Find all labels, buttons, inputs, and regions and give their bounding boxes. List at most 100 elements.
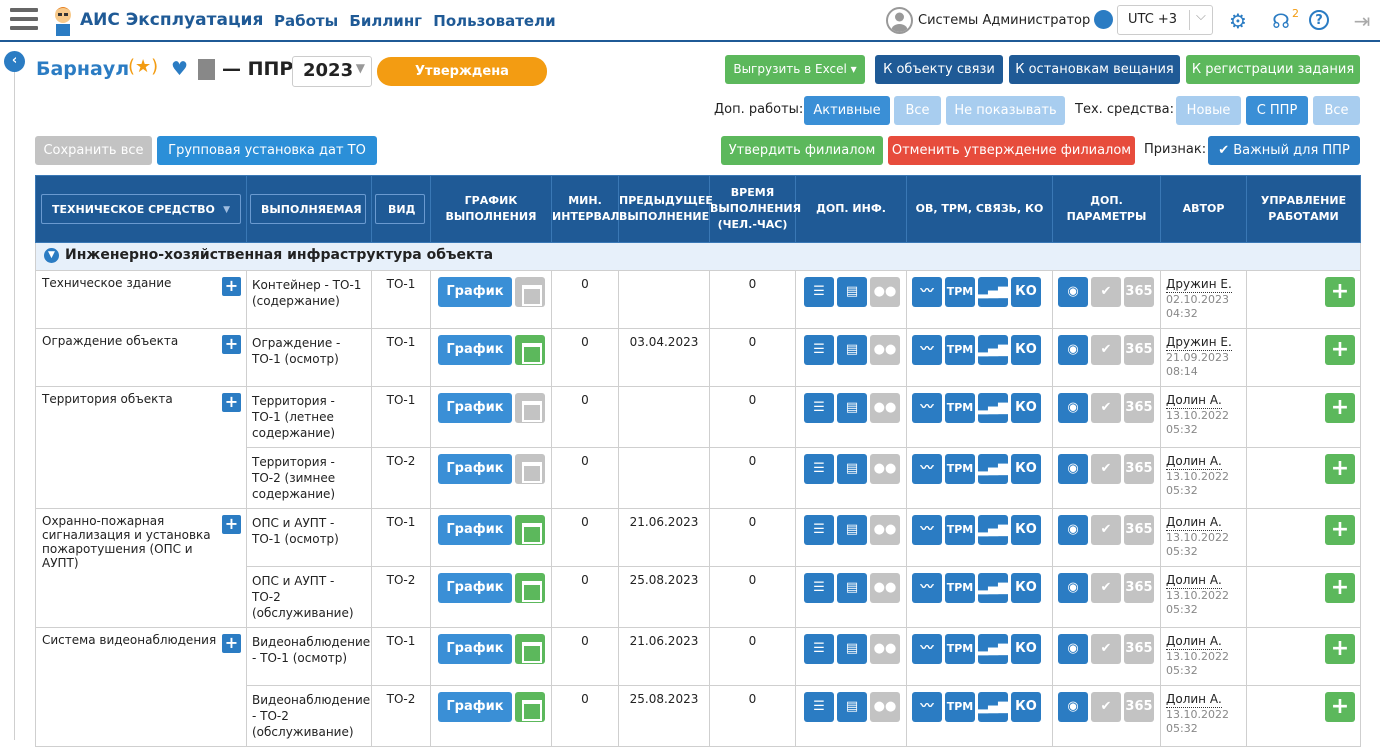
signal-wave-icon[interactable]: 〰 — [912, 454, 942, 484]
schedule-button[interactable]: График — [438, 335, 512, 365]
add-task-button[interactable]: + — [1325, 335, 1355, 365]
people-icon[interactable]: ●● — [870, 692, 900, 722]
signal-wave-icon[interactable]: 〰 — [912, 393, 942, 423]
trm-button[interactable]: ТРМ — [945, 277, 975, 307]
trm-button[interactable]: ТРМ — [945, 573, 975, 603]
ko-button[interactable]: КО — [1011, 393, 1041, 423]
signal-wave-icon[interactable]: 〰 — [912, 277, 942, 307]
list-icon[interactable]: ☰ — [804, 393, 834, 423]
trm-button[interactable]: ТРМ — [945, 335, 975, 365]
logout-icon[interactable]: ⇥ — [1350, 9, 1374, 33]
calendar-icon[interactable] — [515, 634, 545, 664]
schedule-button[interactable]: График — [438, 277, 512, 307]
list-icon[interactable]: ☰ — [804, 573, 834, 603]
check-icon[interactable]: ✔ — [1091, 515, 1121, 545]
signal-wave-icon[interactable]: 〰 — [912, 573, 942, 603]
add-work-button[interactable]: + — [222, 393, 241, 412]
add-task-button[interactable]: + — [1325, 692, 1355, 722]
author-name[interactable]: Долин А. — [1166, 633, 1222, 650]
document-icon[interactable]: ▤ — [837, 335, 867, 365]
group-row[interactable]: ▼ Инженерно-хозяйственная инфраструктура … — [35, 242, 1361, 271]
col-work[interactable]: Выполняемая операция — [246, 175, 372, 243]
calendar-icon[interactable] — [515, 277, 545, 307]
signal-bars-icon[interactable]: ▂▄▆ — [978, 573, 1008, 603]
check-icon[interactable]: ✔ — [1091, 634, 1121, 664]
add-task-button[interactable]: + — [1325, 277, 1355, 307]
to-register-button[interactable]: К регистрации задания — [1186, 55, 1360, 84]
user-name[interactable]: Системы Администратор — [918, 13, 1090, 28]
calendar-icon[interactable] — [515, 393, 545, 423]
headset-icon[interactable]: ☊ — [1269, 9, 1293, 33]
schedule-button[interactable]: График — [438, 454, 512, 484]
document-icon[interactable]: ▤ — [837, 634, 867, 664]
author-name[interactable]: Долин А. — [1166, 514, 1222, 531]
days-365-button[interactable]: 365 — [1124, 692, 1154, 722]
eye-icon[interactable]: ◉ — [1058, 393, 1088, 423]
author-name[interactable]: Долин А. — [1166, 572, 1222, 589]
add-task-button[interactable]: + — [1325, 515, 1355, 545]
collapse-sidebar-button[interactable]: ‹ — [4, 51, 25, 72]
signal-wave-icon[interactable]: 〰 — [912, 634, 942, 664]
people-icon[interactable]: ●● — [870, 454, 900, 484]
document-icon[interactable]: ▤ — [837, 515, 867, 545]
extra-all-button[interactable]: Все — [894, 96, 941, 125]
ko-button[interactable]: КО — [1011, 515, 1041, 545]
list-icon[interactable]: ☰ — [804, 634, 834, 664]
add-task-button[interactable]: + — [1325, 573, 1355, 603]
important-ppr-button[interactable]: ✔ Важный для ППР — [1208, 136, 1360, 165]
check-icon[interactable]: ✔ — [1091, 277, 1121, 307]
nav-works[interactable]: Работы — [274, 12, 338, 30]
author-name[interactable]: Дружин Е. — [1166, 334, 1232, 351]
people-icon[interactable]: ●● — [870, 277, 900, 307]
document-icon[interactable]: ▤ — [837, 692, 867, 722]
help-icon[interactable]: ? — [1309, 10, 1329, 30]
signal-bars-icon[interactable]: ▂▄▆ — [978, 634, 1008, 664]
schedule-button[interactable]: График — [438, 634, 512, 664]
check-icon[interactable]: ✔ — [1091, 393, 1121, 423]
document-icon[interactable]: ▤ — [837, 573, 867, 603]
ko-button[interactable]: КО — [1011, 692, 1041, 722]
approve-button[interactable]: Утвердить филиалом — [721, 136, 883, 165]
nav-users[interactable]: Пользователи — [433, 12, 555, 30]
eye-icon[interactable]: ◉ — [1058, 454, 1088, 484]
check-icon[interactable]: ✔ — [1091, 692, 1121, 722]
save-all-button[interactable]: Сохранить все — [35, 136, 152, 165]
timezone-select[interactable]: UTC +3 ⌵ — [1117, 5, 1213, 35]
list-icon[interactable]: ☰ — [804, 454, 834, 484]
check-icon[interactable]: ✔ — [1091, 335, 1121, 365]
signal-bars-icon[interactable]: ▂▄▆ — [978, 515, 1008, 545]
ko-button[interactable]: КО — [1011, 634, 1041, 664]
trm-button[interactable]: ТРМ — [945, 515, 975, 545]
list-icon[interactable]: ☰ — [804, 515, 834, 545]
days-365-button[interactable]: 365 — [1124, 515, 1154, 545]
trm-button[interactable]: ТРМ — [945, 634, 975, 664]
days-365-button[interactable]: 365 — [1124, 393, 1154, 423]
author-name[interactable]: Долин А. — [1166, 392, 1222, 409]
people-icon[interactable]: ●● — [870, 634, 900, 664]
people-icon[interactable]: ●● — [870, 515, 900, 545]
people-icon[interactable]: ●● — [870, 573, 900, 603]
year-select[interactable]: 2023 ▼ — [292, 56, 372, 87]
signal-bars-icon[interactable]: ▂▄▆ — [978, 393, 1008, 423]
user-settings-icon[interactable]: ⚙ — [1226, 9, 1250, 33]
add-task-button[interactable]: + — [1325, 393, 1355, 423]
user-avatar-icon[interactable] — [886, 7, 913, 34]
document-icon[interactable]: ▤ — [837, 393, 867, 423]
extra-hide-button[interactable]: Не показывать — [946, 96, 1065, 125]
eye-icon[interactable]: ◉ — [1058, 335, 1088, 365]
trm-button[interactable]: ТРМ — [945, 454, 975, 484]
calendar-icon[interactable] — [515, 692, 545, 722]
add-work-button[interactable]: + — [222, 515, 241, 534]
calendar-icon[interactable] — [515, 515, 545, 545]
tech-ppr-button[interactable]: С ППР — [1246, 96, 1308, 125]
days-365-button[interactable]: 365 — [1124, 573, 1154, 603]
author-name[interactable]: Долин А. — [1166, 453, 1222, 470]
group-dates-button[interactable]: Групповая установка дат ТО — [157, 136, 377, 165]
eye-icon[interactable]: ◉ — [1058, 515, 1088, 545]
nav-billing[interactable]: Биллинг — [349, 12, 422, 30]
signal-bars-icon[interactable]: ▂▄▆ — [978, 277, 1008, 307]
author-name[interactable]: Дружин Е. — [1166, 276, 1232, 293]
eye-icon[interactable]: ◉ — [1058, 573, 1088, 603]
schedule-button[interactable]: График — [438, 515, 512, 545]
check-icon[interactable]: ✔ — [1091, 454, 1121, 484]
